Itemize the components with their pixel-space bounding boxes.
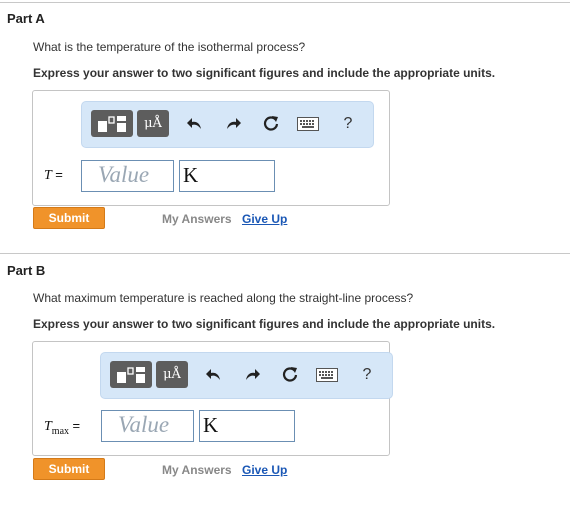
- part-a-units-input[interactable]: K: [179, 160, 275, 192]
- equals-sign: =: [55, 167, 63, 182]
- part-b-math-toolbar: μÅ ?: [100, 352, 393, 399]
- keyboard-icon[interactable]: [315, 363, 339, 387]
- part-b-divider: [0, 253, 570, 254]
- part-b-value-input[interactable]: Value: [101, 410, 194, 442]
- units-button[interactable]: μÅ: [156, 361, 188, 388]
- equals-sign: =: [72, 418, 81, 433]
- undo-icon[interactable]: [202, 363, 226, 387]
- part-b-my-answers-link[interactable]: My Answers: [162, 463, 232, 477]
- units-icon: μÅ: [163, 367, 181, 382]
- keyboard-icon[interactable]: [296, 112, 320, 136]
- reset-icon[interactable]: [278, 363, 302, 387]
- help-icon[interactable]: ?: [355, 363, 379, 387]
- part-a-answer-box: μÅ ? T = Value K: [32, 90, 390, 206]
- undo-icon[interactable]: [183, 112, 207, 136]
- help-label: ?: [343, 115, 353, 132]
- redo-icon[interactable]: [221, 112, 245, 136]
- units-button[interactable]: μÅ: [137, 110, 169, 137]
- part-b-variable-label: Tmax =: [44, 418, 80, 437]
- part-a-instruction: Express your answer to two significant f…: [33, 66, 496, 80]
- variable-subscript: max: [51, 425, 70, 437]
- part-a-title: Part A: [7, 11, 45, 26]
- part-b-submit-button[interactable]: Submit: [33, 458, 105, 480]
- part-b-give-up-link[interactable]: Give Up: [242, 463, 287, 477]
- top-divider: [0, 2, 570, 3]
- part-b-title: Part B: [7, 263, 46, 278]
- part-a-variable-label: T =: [44, 167, 63, 184]
- part-b-instruction: Express your answer to two significant f…: [33, 317, 496, 331]
- templates-icon: [117, 366, 145, 383]
- variable-t: T: [44, 168, 52, 183]
- units-icon: μÅ: [144, 116, 162, 131]
- help-icon[interactable]: ?: [336, 112, 360, 136]
- templates-icon: [98, 115, 126, 132]
- part-a-value-input[interactable]: Value: [81, 160, 174, 192]
- help-label: ?: [362, 366, 372, 383]
- templates-button[interactable]: [110, 361, 152, 388]
- part-a-math-toolbar: μÅ ?: [81, 101, 374, 148]
- reset-icon[interactable]: [259, 112, 283, 136]
- part-b-question: What maximum temperature is reached alon…: [33, 291, 414, 305]
- part-b-answer-box: μÅ ? Tmax = Value K: [32, 341, 393, 456]
- part-a-give-up-link[interactable]: Give Up: [242, 212, 287, 226]
- part-b-units-input[interactable]: K: [199, 410, 295, 442]
- part-a-submit-button[interactable]: Submit: [33, 207, 105, 229]
- part-a-my-answers-link[interactable]: My Answers: [162, 212, 232, 226]
- redo-icon[interactable]: [240, 363, 264, 387]
- templates-button[interactable]: [91, 110, 133, 137]
- part-a-question: What is the temperature of the isotherma…: [33, 40, 306, 54]
- variable-t: T: [44, 419, 52, 434]
